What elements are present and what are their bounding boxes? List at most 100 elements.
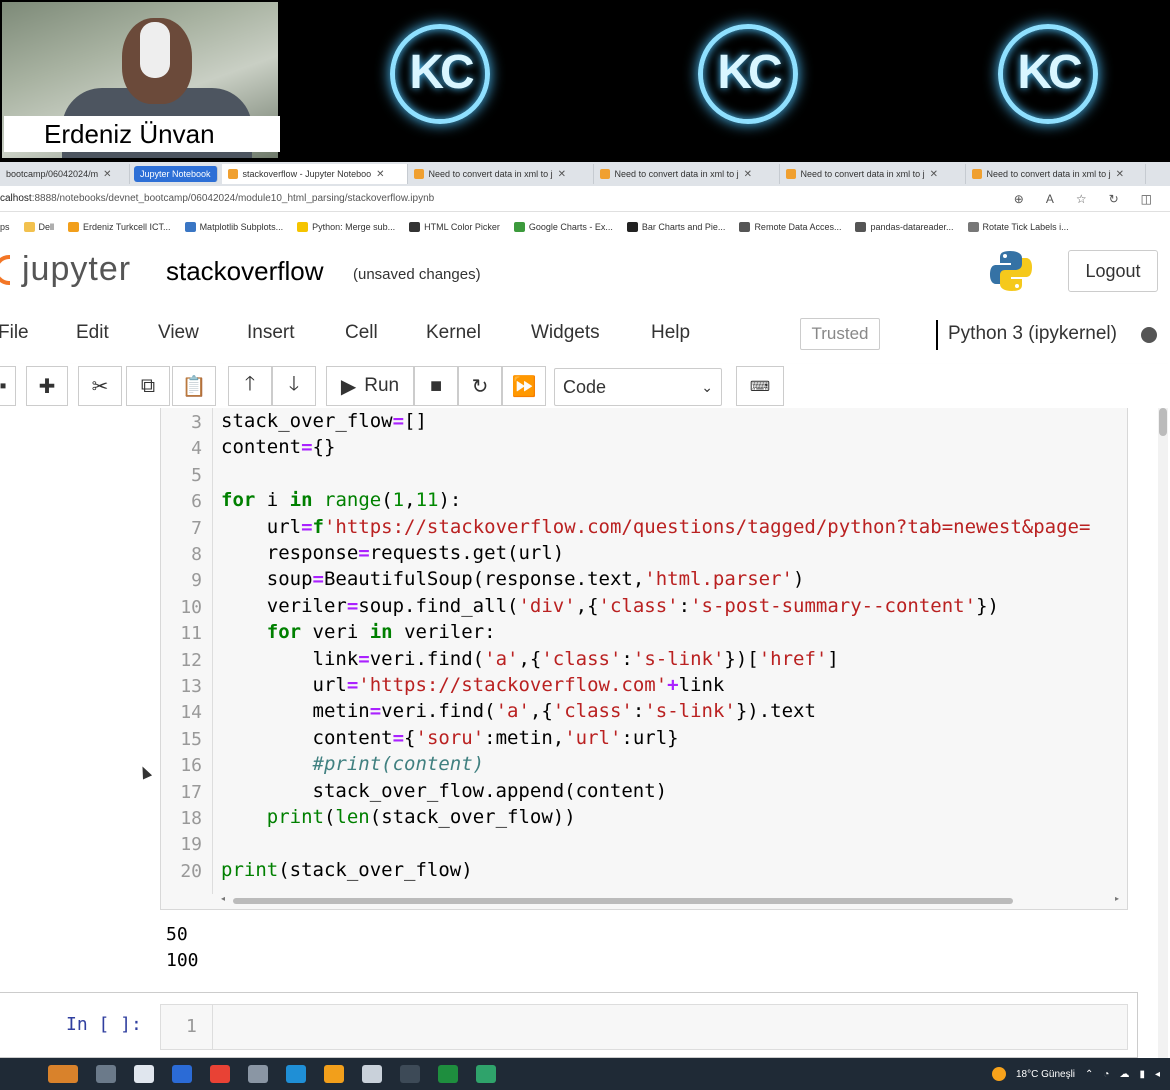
horizontal-scrollbar[interactable]: ◂ ▸ (221, 894, 1121, 906)
split-screen-icon[interactable]: ◫ (1141, 192, 1152, 206)
bookmark-item[interactable]: Bar Charts and Pie... (626, 222, 725, 232)
teams-icon[interactable] (172, 1065, 192, 1083)
insert-cell-button[interactable]: ✚ (26, 366, 68, 406)
code-line[interactable]: response=requests.get(url) (221, 542, 564, 564)
bookmark-item[interactable]: Rotate Tick Labels i... (967, 222, 1069, 232)
address-bar[interactable]: calhost:8888/notebooks/devnet_bootcamp/0… (0, 186, 1170, 212)
menu-widgets[interactable]: Widgets (531, 322, 600, 344)
browser-tab[interactable]: Need to convert data in xml to j ✕ (594, 164, 780, 184)
command-palette-button[interactable]: ⌨ (736, 366, 784, 406)
vertical-scroll-thumb[interactable] (1159, 408, 1167, 436)
settings-gear-icon[interactable] (362, 1065, 382, 1083)
code-cell[interactable]: 3 4 5 6 7 8 9 10 11 12 13 14 15 16 17 18 19 20 stack_over… (160, 408, 1128, 910)
weather-text[interactable]: 18°C Güneşli (1016, 1069, 1075, 1080)
menu-kernel[interactable]: Kernel (426, 322, 481, 344)
browser-tab[interactable]: Need to convert data in xml to j ✕ (966, 164, 1146, 184)
browser-tab[interactable]: Need to convert data in xml to j ✕ (780, 164, 966, 184)
code-line[interactable]: content={'soru':metin,'url':url} (221, 727, 679, 749)
notebook-name[interactable]: stackoverflow (166, 256, 324, 287)
app-icon[interactable] (248, 1065, 268, 1083)
bookmark-item[interactable]: ps (0, 222, 10, 232)
code-line[interactable]: link=veri.find('a',{'class':'s-link'})['… (221, 648, 839, 670)
favorite-star-icon[interactable]: ☆ (1076, 192, 1087, 206)
menu-file[interactable]: File (0, 322, 29, 344)
menu-cell[interactable]: Cell (345, 322, 378, 344)
cell-type-select[interactable]: Code ⌄ (554, 368, 722, 406)
close-icon[interactable]: ✕ (558, 169, 566, 180)
browser-tab-group[interactable]: Jupyter Notebook (134, 166, 218, 182)
network-icon[interactable]: ◔ (1103, 1069, 1109, 1080)
bookmark-item[interactable]: Google Charts - Ex... (513, 222, 613, 232)
browser-tab[interactable]: bootcamp/06042024/m ✕ (0, 164, 130, 184)
code-line[interactable]: veriler=soup.find_all('div',{'class':'s-… (221, 595, 999, 617)
cut-button[interactable]: ✂ (78, 366, 122, 406)
refresh-icon[interactable]: ↻ (1109, 192, 1119, 206)
interrupt-button[interactable]: ■ (414, 366, 458, 406)
read-aloud-icon[interactable]: A (1046, 192, 1054, 206)
notebook-area[interactable]: 3 4 5 6 7 8 9 10 11 12 13 14 15 16 17 18 19 20 stack_over… (0, 408, 1170, 1058)
browser-tab-active[interactable]: stackoverflow - Jupyter Noteboo ✕ (221, 164, 408, 184)
bookmark-item[interactable]: Python: Merge sub... (297, 222, 395, 232)
file-explorer-icon[interactable] (134, 1065, 154, 1083)
url-text[interactable]: calhost:8888/notebooks/devnet_bootcamp/0… (0, 193, 434, 204)
scroll-right-icon[interactable]: ▸ (1115, 894, 1119, 903)
code-line[interactable]: content={} (221, 436, 335, 458)
bookmark-item[interactable]: Remote Data Acces... (739, 222, 841, 232)
menu-help[interactable]: Help (651, 322, 690, 344)
code-line[interactable]: stack_over_flow.append(content) (221, 780, 668, 802)
code-line[interactable]: for i in range(1,11): (221, 489, 461, 511)
scroll-left-icon[interactable]: ◂ (221, 894, 225, 903)
bookmark-item[interactable]: Erdeniz Turkcell ICT... (68, 222, 171, 232)
copy-button[interactable]: ⧉ (126, 366, 170, 406)
run-all-button[interactable]: ⏩ (502, 366, 546, 406)
terminal-icon[interactable] (400, 1065, 420, 1083)
zoom-icon[interactable]: ⊕ (1014, 192, 1024, 206)
move-up-button[interactable]: 🡑 (228, 366, 272, 406)
logout-button[interactable]: Logout (1068, 250, 1158, 292)
volume-icon[interactable]: ◂ (1155, 1069, 1160, 1080)
excel-icon[interactable] (438, 1065, 458, 1083)
bookmark-item[interactable]: HTML Color Picker (409, 222, 500, 232)
run-button[interactable]: ▶ Run (326, 366, 414, 406)
close-icon[interactable]: ✕ (744, 169, 752, 180)
move-down-button[interactable]: 🡓 (272, 366, 316, 406)
start-button-icon[interactable] (48, 1065, 78, 1083)
menu-edit[interactable]: Edit (76, 322, 109, 344)
code-line[interactable]: #print(content) (221, 753, 485, 775)
cloud-icon[interactable]: ☁ (1119, 1069, 1129, 1080)
save-button[interactable]: ▪ (0, 366, 16, 406)
jupyter-logo[interactable]: jupyter (0, 250, 131, 289)
close-icon[interactable]: ✕ (1116, 169, 1124, 180)
code-line[interactable]: print(stack_over_flow) (221, 859, 473, 881)
empty-cell-input[interactable] (160, 1004, 1128, 1050)
restart-button[interactable]: ↻ (458, 366, 502, 406)
code-line[interactable]: url=f'https://stackoverflow.com/question… (221, 516, 1091, 538)
bookmark-item[interactable]: pandas-datareader... (855, 222, 954, 232)
sublime-icon[interactable] (324, 1065, 344, 1083)
horizontal-scroll-thumb[interactable] (233, 898, 1013, 904)
bookmark-item[interactable]: Matplotlib Subplots... (184, 222, 283, 232)
code-line[interactable]: metin=veri.find('a',{'class':'s-link'}).… (221, 700, 816, 722)
menu-insert[interactable]: Insert (247, 322, 295, 344)
trusted-badge[interactable]: Trusted (800, 318, 880, 350)
code-line[interactable]: soup=BeautifulSoup(response.text,'html.p… (221, 568, 805, 590)
paste-button[interactable]: 📋 (172, 366, 216, 406)
task-view-icon[interactable] (96, 1065, 116, 1083)
vertical-scrollbar[interactable] (1158, 408, 1168, 1058)
code-line[interactable]: stack_over_flow=[] (221, 410, 427, 432)
chrome-icon[interactable] (210, 1065, 230, 1083)
app-icon[interactable] (476, 1065, 496, 1083)
kernel-name[interactable]: Python 3 (ipykernel) (936, 320, 1117, 350)
battery-icon[interactable]: ▮ (1139, 1069, 1145, 1080)
tray-chevron-icon[interactable]: ⌃ (1085, 1069, 1093, 1080)
close-icon[interactable]: ✕ (376, 169, 384, 180)
close-icon[interactable]: ✕ (930, 169, 938, 180)
code-line[interactable]: url='https://stackoverflow.com'+link (221, 674, 725, 696)
menu-view[interactable]: View (158, 322, 199, 344)
code-line[interactable]: for veri in veriler: (221, 621, 496, 643)
browser-tab[interactable]: Need to convert data in xml to j ✕ (408, 164, 594, 184)
bookmark-item[interactable]: Dell (23, 222, 54, 232)
close-icon[interactable]: ✕ (103, 169, 111, 180)
code-line[interactable]: print(len(stack_over_flow)) (221, 806, 576, 828)
edge-icon[interactable] (286, 1065, 306, 1083)
